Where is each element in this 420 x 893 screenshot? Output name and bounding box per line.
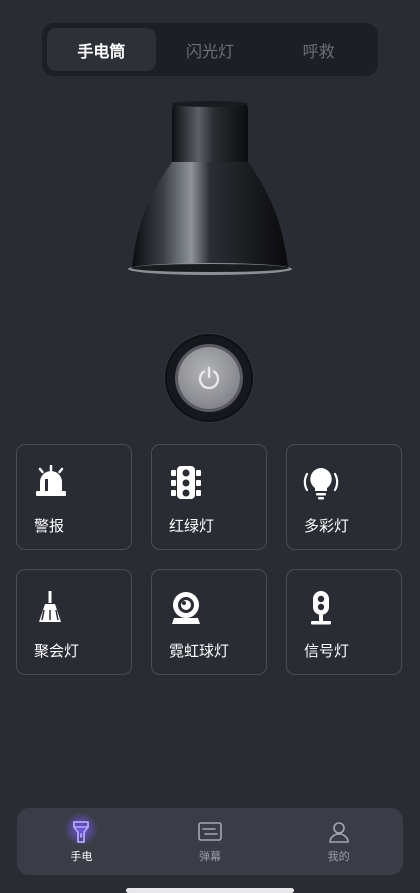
signal-light-icon <box>311 591 331 625</box>
light-modes-grid: 警报 红绿灯 多彩灯 聚会灯 霓虹球灯 信号灯 <box>16 444 404 678</box>
mode-label: 多彩灯 <box>304 517 350 535</box>
power-icon <box>198 366 220 390</box>
mode-card-alarm[interactable]: 警报 <box>16 444 132 550</box>
mode-label: 霓虹球灯 <box>169 642 230 660</box>
traffic-light-icon <box>171 466 201 499</box>
tab-strobe[interactable]: 闪光灯 <box>156 28 265 71</box>
mode-card-traffic-light[interactable]: 红绿灯 <box>151 444 267 550</box>
nav-label: 弹幕 <box>199 850 221 863</box>
nav-label: 我的 <box>327 850 350 863</box>
tab-flashlight[interactable]: 手电筒 <box>47 28 156 71</box>
mode-tabs: 手电筒 闪光灯 呼救 <box>42 23 378 76</box>
lamp-illustration <box>128 101 292 275</box>
mode-card-party[interactable]: 聚会灯 <box>16 569 132 675</box>
tab-sos[interactable]: 呼救 <box>264 28 373 71</box>
barrage-icon <box>198 822 222 841</box>
neon-ball-icon <box>172 592 200 624</box>
flashlight-icon <box>64 812 99 846</box>
mode-card-signal[interactable]: 信号灯 <box>286 569 402 675</box>
mode-label: 聚会灯 <box>34 642 80 660</box>
nav-item-profile[interactable]: 我的 <box>274 808 403 875</box>
profile-icon <box>328 822 349 843</box>
power-button-core <box>178 347 240 409</box>
home-indicator <box>126 888 294 893</box>
mode-label: 警报 <box>34 517 65 535</box>
nav-item-barrage[interactable]: 弹幕 <box>146 808 275 875</box>
mode-card-neon-ball[interactable]: 霓虹球灯 <box>151 569 267 675</box>
mode-label: 红绿灯 <box>169 517 215 535</box>
siren-icon <box>36 465 66 496</box>
mode-card-colorful[interactable]: 多彩灯 <box>286 444 402 550</box>
nav-label: 手电 <box>70 850 93 863</box>
bottom-nav: 手电 弹幕 我的 <box>17 808 403 875</box>
mode-label: 信号灯 <box>304 642 350 660</box>
light-bulb-icon <box>303 468 339 500</box>
nav-item-flashlight[interactable]: 手电 <box>17 808 146 875</box>
power-button[interactable] <box>165 334 253 422</box>
party-light-icon <box>39 591 61 622</box>
